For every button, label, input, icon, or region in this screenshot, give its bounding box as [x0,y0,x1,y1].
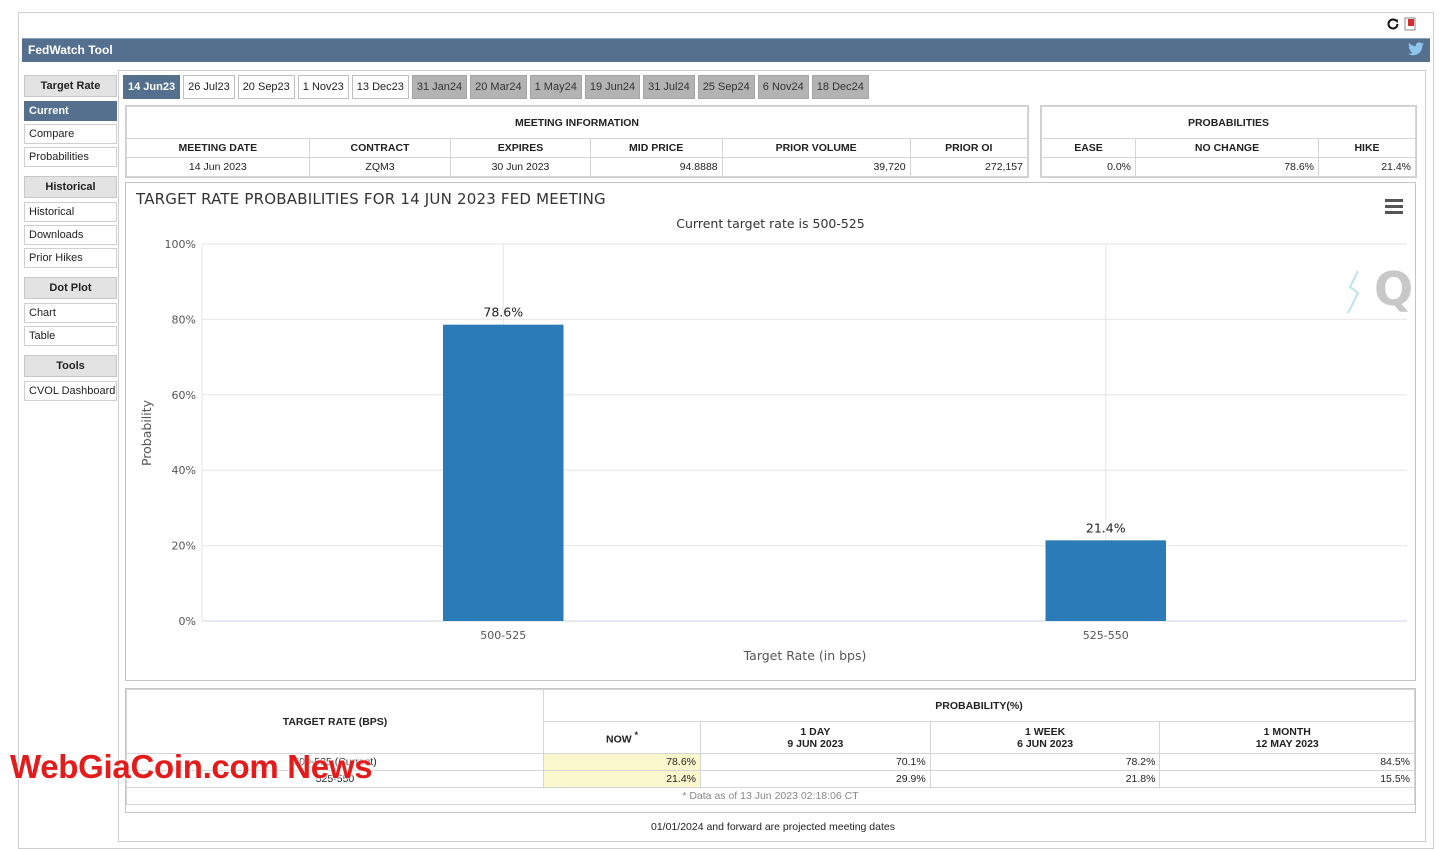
expires-value: 30 Jun 2023 [450,157,591,177]
sidebar-item-compare[interactable]: Compare [24,124,117,144]
sidebar-item-cvol-dashboard[interactable]: CVOL Dashboard [24,381,117,401]
y-tick-label: 80% [172,313,196,326]
tab-meeting[interactable]: 20 Mar24 [470,75,527,99]
col-header: EASE [1040,138,1137,158]
col-header: NO CHANGE [1135,138,1319,158]
col-header: CONTRACT [308,138,452,158]
tab-meeting[interactable]: 18 Dec24 [811,75,869,99]
col-1-week: 1 WEEK 6 JUN 2023 [929,721,1161,754]
y-tick-label: 40% [172,464,196,477]
tab-meeting[interactable]: 26 Jul23 [183,75,235,99]
y-tick-label: 60% [172,389,196,402]
chart-panel: TARGET RATE PROBABILITIES FOR 14 JUN 202… [125,182,1416,681]
value-cell: 29.9% [700,770,931,788]
y-tick-label: 20% [172,540,196,553]
col-header: MID PRICE [589,138,723,158]
tab-meeting[interactable]: 31 Jul24 [643,75,695,99]
data-timestamp-note: * Data as of 13 Jun 2023 02:18:06 CT [126,787,1415,805]
value-cell: 21.8% [929,770,1161,788]
prior-oi-value: 272,157 [909,157,1029,177]
sidebar-item-probabilities[interactable]: Probabilities [24,147,117,167]
title-bar: FedWatch Tool [22,38,1430,62]
y-axis-label: Probability [139,399,154,466]
watermark-text: WebGiaCoin.com News [10,748,373,785]
bar-data-label: 78.6% [483,305,523,320]
bar[interactable] [1045,540,1167,621]
pdf-icon[interactable] [1404,17,1417,31]
target-rate-header: TARGET RATE (BPS) [126,689,544,754]
sidebar-item-current[interactable]: Current [24,101,117,121]
meeting-tabs: 14 Jun23 26 Jul23 20 Sep23 1 Nov23 13 De… [123,75,869,99]
refresh-icon[interactable] [1386,17,1400,31]
col-now: NOW * [543,721,701,754]
q-logo-icon: Q [1347,262,1413,316]
col-header: PRIOR VOLUME [721,138,911,158]
col-1-day: 1 DAY 9 JUN 2023 [700,721,931,754]
tab-meeting[interactable]: 6 Nov24 [757,75,809,99]
meeting-info-panel: MEETING INFORMATION MEETING DATE CONTRAC… [125,105,1029,178]
sidebar-heading-target-rate: Target Rate [24,75,117,97]
x-axis-label: Target Rate (in bps) [743,648,867,663]
ease-value: 0.0% [1040,157,1137,177]
bar-data-label: 21.4% [1086,520,1126,535]
probabilities-heading: PROBABILITIES [1041,106,1416,139]
value-cell: 70.1% [700,753,931,771]
sidebar: Target Rate Current Compare Probabilitie… [24,75,117,404]
sidebar-heading-tools: Tools [24,355,117,377]
sidebar-item-chart[interactable]: Chart [24,303,117,323]
bar[interactable] [443,324,564,621]
now-cell: 78.6% [543,753,701,771]
meeting-date-value: 14 Jun 2023 [126,157,310,177]
col-header: HIKE [1318,138,1416,158]
col-header: PRIOR OI [909,138,1029,158]
tab-meeting[interactable]: 20 Sep23 [237,75,295,99]
projected-dates-note: 01/01/2024 and forward are projected mee… [651,821,895,833]
meeting-info-heading: MEETING INFORMATION [126,106,1028,139]
bar-chart: 0% 20% 40% 60% 80% 100% 78.6% 500-525 21.4% 525-5… [139,238,1413,663]
twitter-icon[interactable] [1408,42,1424,56]
hike-value: 21.4% [1318,157,1416,177]
tab-meeting[interactable]: 31 Jan24 [411,75,468,99]
sidebar-item-historical[interactable]: Historical [24,202,117,222]
value-cell: 84.5% [1159,753,1415,771]
app-title: FedWatch Tool [28,43,113,57]
col-header: EXPIRES [450,138,591,158]
now-cell: 21.4% [543,770,701,788]
tab-meeting[interactable]: 1 Nov23 [297,75,349,99]
x-tick-label: 525-550 [1083,629,1129,642]
tab-meeting[interactable]: 25 Sep24 [697,75,755,99]
prior-volume-value: 39,720 [721,157,911,177]
sidebar-heading-historical: Historical [24,176,117,198]
no-change-value: 78.6% [1135,157,1319,177]
sidebar-item-downloads[interactable]: Downloads [24,225,117,245]
tab-meeting[interactable]: 14 Jun23 [123,75,181,99]
tab-meeting[interactable]: 19 Jun24 [584,75,641,99]
contract-value: ZQM3 [308,157,452,177]
mid-price-value: 94.8888 [589,157,723,177]
sidebar-item-prior-hikes[interactable]: Prior Hikes [24,248,117,268]
y-tick-label: 100% [165,238,196,251]
col-1-month: 1 MONTH 12 MAY 2023 [1159,721,1415,754]
sidebar-item-table[interactable]: Table [24,326,117,346]
col-header: MEETING DATE [126,138,310,158]
top-icons [1386,17,1417,31]
probability-header: PROBABILITY(%) [543,689,1415,722]
tab-meeting[interactable]: 13 Dec23 [351,75,409,99]
tab-meeting[interactable]: 1 May24 [529,75,582,99]
sidebar-heading-dot-plot: Dot Plot [24,277,117,299]
x-tick-label: 500-525 [480,629,526,642]
value-cell: 15.5% [1159,770,1415,788]
value-cell: 78.2% [929,753,1161,771]
y-tick-label: 0% [179,615,196,628]
probabilities-panel: PROBABILITIES EASE NO CHANGE HIKE 0.0% 7… [1040,105,1417,178]
svg-text:Q: Q [1374,262,1413,316]
